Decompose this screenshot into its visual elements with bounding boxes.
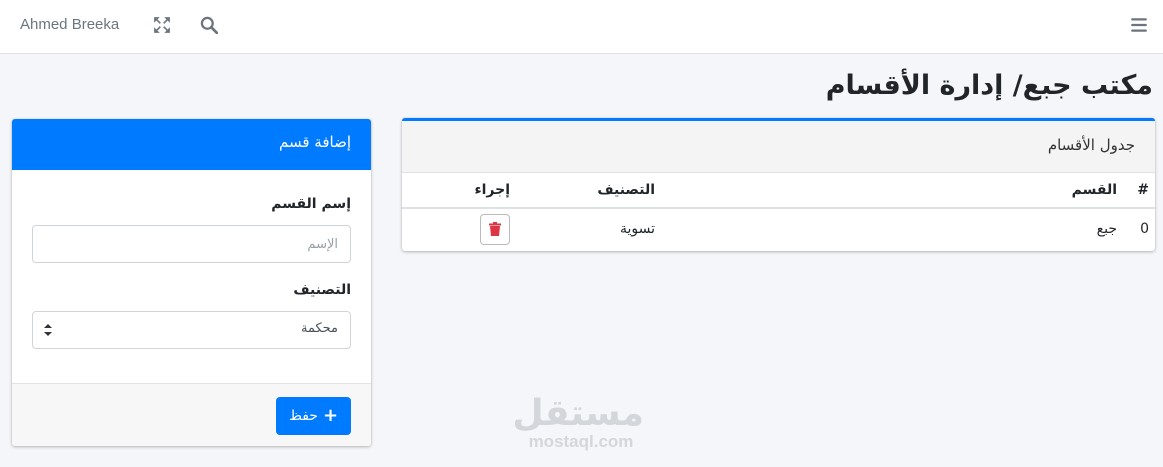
plus-icon: + <box>322 405 339 426</box>
expand-icon[interactable] <box>153 16 173 36</box>
header-classification: التصنيف <box>516 173 661 209</box>
header-action: إجراء <box>402 173 516 209</box>
mostaql-watermark: مستقل mostaql.com <box>512 393 644 451</box>
header-num: # <box>1123 173 1155 209</box>
classification-label: التصنيف <box>293 282 351 298</box>
table-header-row: # القسم التصنيف إجراء <box>402 173 1155 209</box>
classification-select[interactable]: محكمة <box>32 311 351 349</box>
add-department-card: إضافة قسم إسم القسم التصنيف محكمة + حفظ <box>12 119 371 446</box>
classification-selected-value: محكمة <box>300 321 338 336</box>
row-action <box>402 208 516 249</box>
watermark-logo: مستقل <box>512 393 644 434</box>
save-button[interactable]: + حفظ <box>276 397 351 435</box>
header-department: القسم <box>661 173 1123 209</box>
departments-table-title: جدول الأقسام <box>402 121 1155 173</box>
departments-table-card: جدول الأقسام # القسم التصنيف إجراء 0 جبع… <box>402 118 1155 251</box>
add-department-card-title: إضافة قسم <box>12 119 371 170</box>
top-navbar: Ahmed Breeka <box>0 0 1163 54</box>
department-name-input[interactable] <box>32 225 351 263</box>
user-name[interactable]: Ahmed Breeka <box>20 16 119 33</box>
trash-icon <box>489 222 501 236</box>
search-icon[interactable] <box>200 16 220 36</box>
page-title: مكتب جبع/ إدارة الأقسام <box>825 70 1153 101</box>
row-department: جبع <box>1096 221 1117 237</box>
row-num: 0 <box>1140 221 1149 237</box>
form-footer: + حفظ <box>12 383 371 446</box>
delete-button[interactable] <box>480 213 510 245</box>
department-name-label: إسم القسم <box>271 196 351 212</box>
select-arrows-icon <box>43 323 53 337</box>
save-button-label: حفظ <box>288 408 318 424</box>
departments-table: # القسم التصنيف إجراء 0 جبع تسوية <box>402 173 1155 249</box>
hamburger-icon[interactable] <box>1130 16 1150 36</box>
row-classification: تسوية <box>619 221 655 237</box>
watermark-url: mostaql.com <box>528 432 634 451</box>
table-row: 0 جبع تسوية <box>402 208 1155 249</box>
add-department-form: إسم القسم التصنيف محكمة <box>12 196 371 349</box>
